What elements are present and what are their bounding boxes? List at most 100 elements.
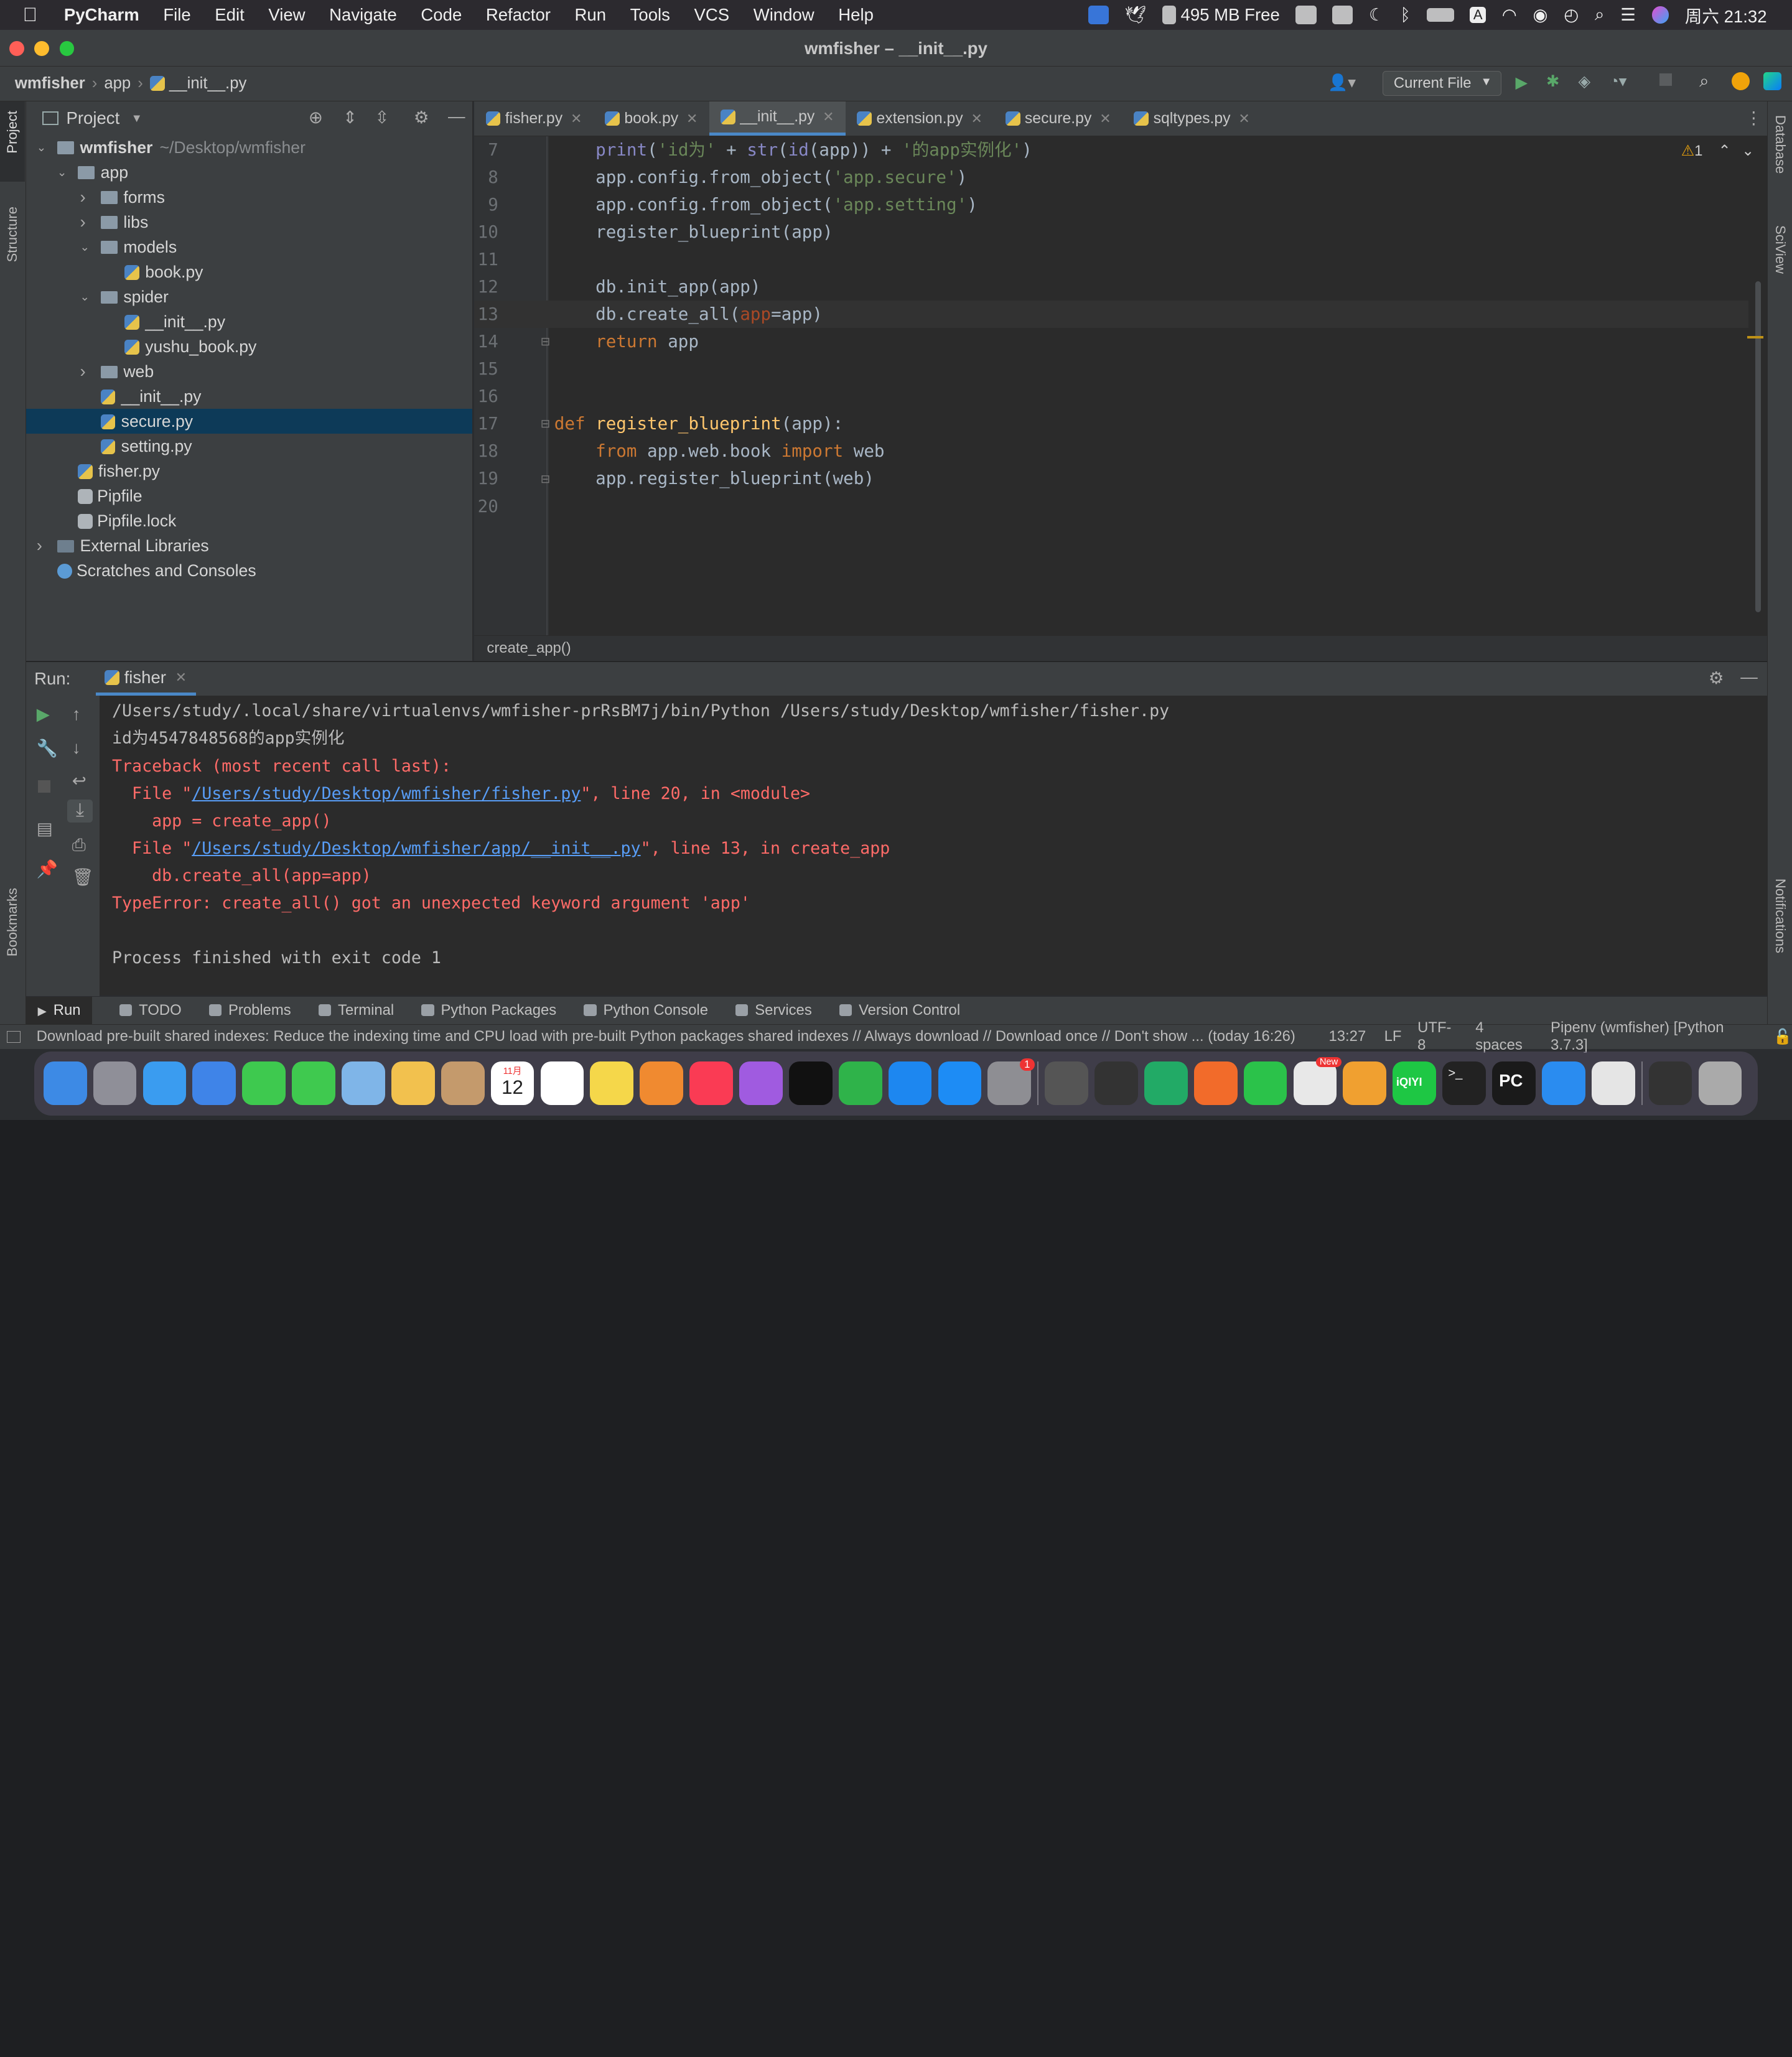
spotlight-icon[interactable]: ⌕ — [1595, 4, 1604, 25]
tree-item[interactable]: Pipfile.lock — [26, 508, 472, 533]
dock-trash-icon[interactable] — [1698, 1061, 1742, 1106]
dock-photo-booth-icon[interactable] — [1094, 1061, 1138, 1106]
code-line[interactable]: 10 register_blueprint(app) — [474, 218, 1748, 246]
tree-item[interactable]: › libs — [26, 210, 472, 235]
code-line[interactable]: 12 db.init_app(app) — [474, 273, 1748, 301]
collapse-all-icon[interactable]: ⇳ — [375, 108, 389, 128]
tree-item[interactable]: Pipfile — [26, 483, 472, 508]
code-line[interactable]: 13 db.create_all(app=app) — [474, 301, 1749, 329]
tree-item[interactable]: __init__.py — [26, 384, 472, 409]
menu-edit[interactable]: Edit — [215, 5, 244, 25]
bookmarks-tool-tab[interactable]: Bookmarks — [4, 888, 21, 956]
wifi-icon[interactable]: ◠ — [1502, 5, 1517, 25]
apple-icon[interactable]:  — [23, 4, 48, 26]
dock-notes-icon[interactable] — [590, 1061, 634, 1106]
docs-icon[interactable] — [1088, 6, 1109, 24]
chevron-down-icon[interactable]: ⌄ — [37, 135, 46, 160]
code-line[interactable]: 20 — [474, 493, 1748, 520]
indent-setting[interactable]: 4 spaces — [1475, 1019, 1534, 1054]
project-pane-title[interactable]: Project — [66, 108, 119, 128]
tree-item[interactable]: ⌄ models — [26, 235, 472, 259]
close-icon[interactable]: ✕ — [175, 669, 187, 686]
dock-terminal-icon[interactable]: >_ — [1442, 1061, 1486, 1106]
chevron-right-icon[interactable]: › — [80, 210, 86, 235]
file-encoding[interactable]: UTF-8 — [1417, 1019, 1459, 1054]
dock-contacts-icon[interactable] — [441, 1061, 485, 1106]
breadcrumb-folder[interactable]: app — [104, 75, 131, 93]
stop-icon[interactable] — [37, 780, 50, 793]
tool-window-run[interactable]: ▶ Run — [26, 996, 92, 1024]
dock-monitor-icon[interactable] — [1648, 1061, 1692, 1106]
dock-activity-icon[interactable] — [1144, 1061, 1188, 1106]
project-tool-tab[interactable]: Project — [0, 101, 26, 182]
tree-item[interactable]: › forms — [26, 185, 472, 210]
database-tool-tab[interactable]: Database — [1772, 115, 1788, 174]
moon-icon[interactable]: ☾ — [1369, 5, 1384, 25]
coverage-icon[interactable]: ◈ — [1578, 72, 1590, 91]
tree-item[interactable]: Scratches and Consoles — [26, 558, 472, 583]
dock-safari-icon[interactable] — [142, 1061, 187, 1106]
gear-icon[interactable]: ⚙ — [414, 108, 429, 128]
control-center-icon[interactable]: ☰ — [1620, 5, 1636, 25]
code-line[interactable]: 17 def register_blueprint(app): — [474, 410, 1748, 437]
code-line[interactable]: 8 app.config.from_object('app.secure') — [474, 164, 1748, 191]
editor-scrollbar[interactable] — [1747, 172, 1763, 623]
close-icon[interactable]: ✕ — [1238, 111, 1249, 127]
code-line[interactable]: 11 — [474, 246, 1748, 273]
chevron-down-icon[interactable]: ▼ — [131, 111, 142, 125]
dock-iqiyi-icon[interactable]: iQIYI — [1393, 1061, 1437, 1106]
dock-keynote-icon[interactable] — [888, 1061, 932, 1106]
close-icon[interactable]: ✕ — [971, 111, 982, 127]
status-message[interactable]: Download pre-built shared indexes: Reduc… — [37, 1028, 1300, 1045]
profile-icon[interactable]: ◔▾ — [1609, 72, 1626, 91]
battery-icon[interactable] — [1426, 7, 1454, 22]
sciview-tool-tab[interactable]: SciView — [1772, 225, 1788, 274]
stop-icon[interactable] — [1659, 73, 1673, 86]
run-icon[interactable]: ▶ — [1515, 73, 1528, 92]
dock-facetime-icon[interactable] — [242, 1061, 286, 1106]
code-line[interactable]: 15 — [474, 355, 1748, 383]
dock-wechat-icon[interactable] — [1243, 1061, 1287, 1106]
trash-icon[interactable]: 🗑 — [72, 867, 94, 887]
wrench-icon[interactable]: 🔧 — [37, 738, 58, 758]
menu-refactor[interactable]: Refactor — [486, 5, 551, 25]
down-arrow-icon[interactable]: ↓ — [72, 738, 81, 758]
hide-icon[interactable]: — — [448, 106, 465, 126]
chevron-right-icon[interactable]: › — [80, 359, 86, 384]
locate-icon[interactable]: ⊕ — [309, 108, 323, 128]
memory-status[interactable]: 495 MB Free — [1162, 5, 1280, 25]
bird-icon[interactable]: 🕊 — [1124, 4, 1146, 25]
dock-app-store-icon[interactable] — [938, 1061, 982, 1106]
tree-item[interactable]: setting.py — [26, 434, 472, 459]
tool-window-python-packages[interactable]: Python Packages — [421, 1002, 556, 1019]
menu-view[interactable]: View — [268, 5, 305, 25]
menu-pycharm[interactable]: PyCharm — [64, 5, 139, 25]
expand-all-icon[interactable]: ⇕ — [343, 108, 357, 128]
input-switch-icon[interactable] — [1332, 6, 1353, 24]
close-icon[interactable]: ✕ — [1099, 111, 1111, 127]
code-line[interactable]: 7 print('id为' + str(id(app)) + '的app实例化'… — [474, 136, 1748, 164]
vpn-icon[interactable] — [1295, 6, 1317, 24]
pin-icon[interactable]: 📌 — [37, 859, 58, 879]
layout-icon[interactable]: ▤ — [37, 819, 53, 839]
tree-item[interactable]: book.py — [26, 259, 472, 284]
menu-file[interactable]: File — [163, 5, 190, 25]
soft-wrap-icon[interactable]: ↩ — [72, 771, 86, 791]
dock-chrome-icon[interactable]: New — [1293, 1056, 1342, 1106]
editor-tab[interactable]: book.py ✕ — [594, 101, 709, 136]
line-separator[interactable]: LF — [1384, 1028, 1402, 1045]
dock-safari-2-icon[interactable] — [1541, 1061, 1585, 1106]
tree-item[interactable]: yushu_book.py — [26, 334, 472, 359]
breadcrumb-file[interactable]: __init__.py — [149, 75, 246, 93]
next-highlight-icon[interactable]: ⌄ — [1742, 142, 1754, 159]
dock-numbers-icon[interactable] — [838, 1061, 882, 1106]
dock-books-icon[interactable] — [1343, 1061, 1387, 1106]
python-interpreter[interactable]: Pipenv (wmfisher) [Python 3.7.3] — [1551, 1019, 1764, 1054]
jetbrains-icon[interactable] — [1763, 72, 1782, 91]
chevron-down-icon[interactable]: ⌄ — [57, 160, 67, 185]
dock-launchpad-icon[interactable] — [93, 1061, 137, 1106]
up-arrow-icon[interactable]: ↑ — [72, 704, 81, 724]
dock-tv-icon[interactable] — [788, 1061, 833, 1106]
siri-icon[interactable] — [1651, 6, 1669, 24]
file-link[interactable]: /Users/study/Desktop/wmfisher/fisher.py — [192, 784, 581, 803]
